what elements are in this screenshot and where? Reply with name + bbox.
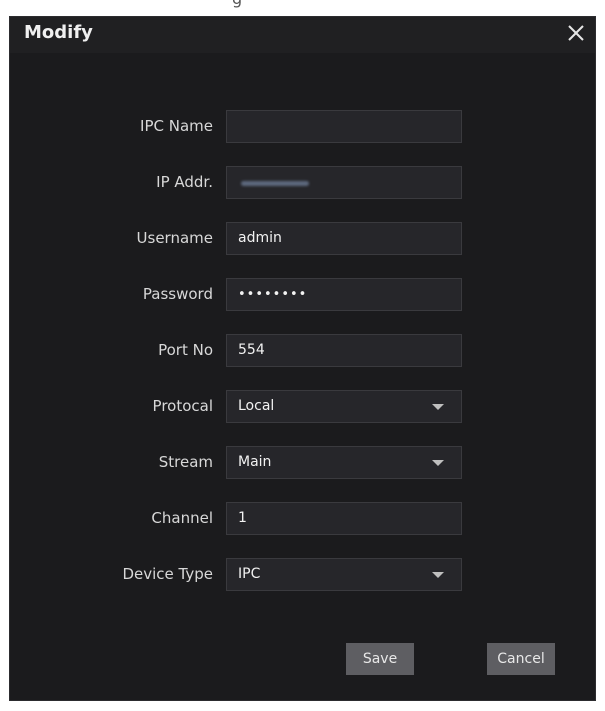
chevron-down-icon xyxy=(432,460,444,466)
channel-label: Channel xyxy=(151,509,213,527)
chevron-down-icon xyxy=(432,572,444,578)
stream-selected-value: Main xyxy=(238,454,272,470)
username-input[interactable]: admin xyxy=(226,222,462,255)
close-button[interactable] xyxy=(563,20,589,46)
protocol-selected-value: Local xyxy=(238,398,275,414)
ipc-name-input[interactable] xyxy=(226,110,462,143)
port-input[interactable]: 554 xyxy=(226,334,462,367)
chevron-down-icon xyxy=(432,404,444,410)
dialog-title: Modify xyxy=(24,22,93,43)
stream-row: Stream Main xyxy=(10,446,595,479)
protocol-row: Protocal Local xyxy=(10,390,595,423)
save-button[interactable]: Save xyxy=(346,643,414,675)
stream-select[interactable]: Main xyxy=(226,446,462,479)
ip-addr-row: IP Addr. xyxy=(10,166,595,199)
channel-input[interactable]: 1 xyxy=(226,502,462,535)
ipc-name-label: IPC Name xyxy=(140,117,213,135)
device-type-select[interactable]: IPC xyxy=(226,558,462,591)
username-label: Username xyxy=(136,229,213,247)
device-type-label: Device Type xyxy=(122,565,213,583)
background-page-fragment: g xyxy=(0,0,605,16)
device-type-selected-value: IPC xyxy=(238,566,261,582)
username-row: Username admin xyxy=(10,222,595,255)
password-input[interactable]: •••••••• xyxy=(226,278,462,311)
protocol-select[interactable]: Local xyxy=(226,390,462,423)
protocol-label: Protocal xyxy=(152,397,213,415)
redacted-ip-address xyxy=(241,181,309,186)
ip-addr-label: IP Addr. xyxy=(156,173,213,191)
password-label: Password xyxy=(142,285,213,303)
modify-dialog: Modify IPC Name IP Addr. Username admin … xyxy=(9,16,596,701)
port-label: Port No xyxy=(158,341,213,359)
device-type-row: Device Type IPC xyxy=(10,558,595,591)
channel-row: Channel 1 xyxy=(10,502,595,535)
close-icon xyxy=(568,25,584,41)
cancel-button[interactable]: Cancel xyxy=(487,643,555,675)
ip-addr-input[interactable] xyxy=(226,166,462,199)
ipc-name-row: IPC Name xyxy=(10,110,595,143)
port-row: Port No 554 xyxy=(10,334,595,367)
dialog-header: Modify xyxy=(10,17,595,53)
stream-label: Stream xyxy=(158,453,213,471)
background-text-fragment: g xyxy=(232,0,242,8)
password-row: Password •••••••• xyxy=(10,278,595,311)
